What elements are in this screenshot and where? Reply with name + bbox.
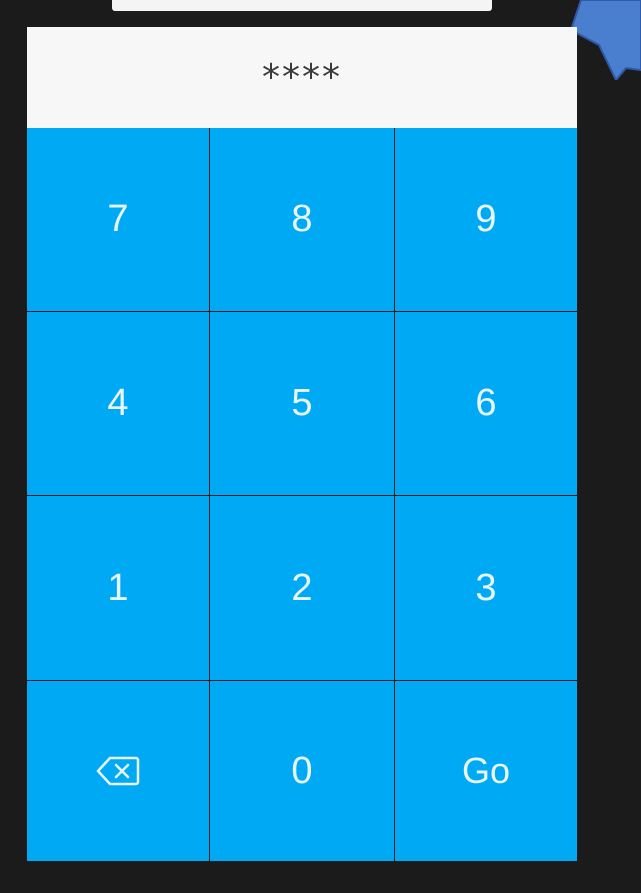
numeric-keypad: 7 8 9 4 5 6 1 2 3 0 Go [27,128,577,862]
key-1[interactable]: 1 [27,496,209,680]
pin-display: **** [27,27,577,128]
backspace-button[interactable] [27,681,209,861]
key-7[interactable]: 7 [27,128,209,311]
key-0[interactable]: 0 [210,681,394,861]
key-3[interactable]: 3 [395,496,577,680]
key-5[interactable]: 5 [210,312,394,495]
key-9[interactable]: 9 [395,128,577,311]
key-8[interactable]: 8 [210,128,394,311]
key-4[interactable]: 4 [27,312,209,495]
key-6[interactable]: 6 [395,312,577,495]
pointer-arrow-icon [571,0,641,80]
keypad-screen: **** 7 8 9 4 5 6 1 2 3 0 Go [0,0,641,893]
pin-masked-value: **** [262,57,342,98]
backspace-icon [96,756,140,786]
top-input-edge [112,0,492,11]
go-button[interactable]: Go [395,681,577,861]
key-2[interactable]: 2 [210,496,394,680]
